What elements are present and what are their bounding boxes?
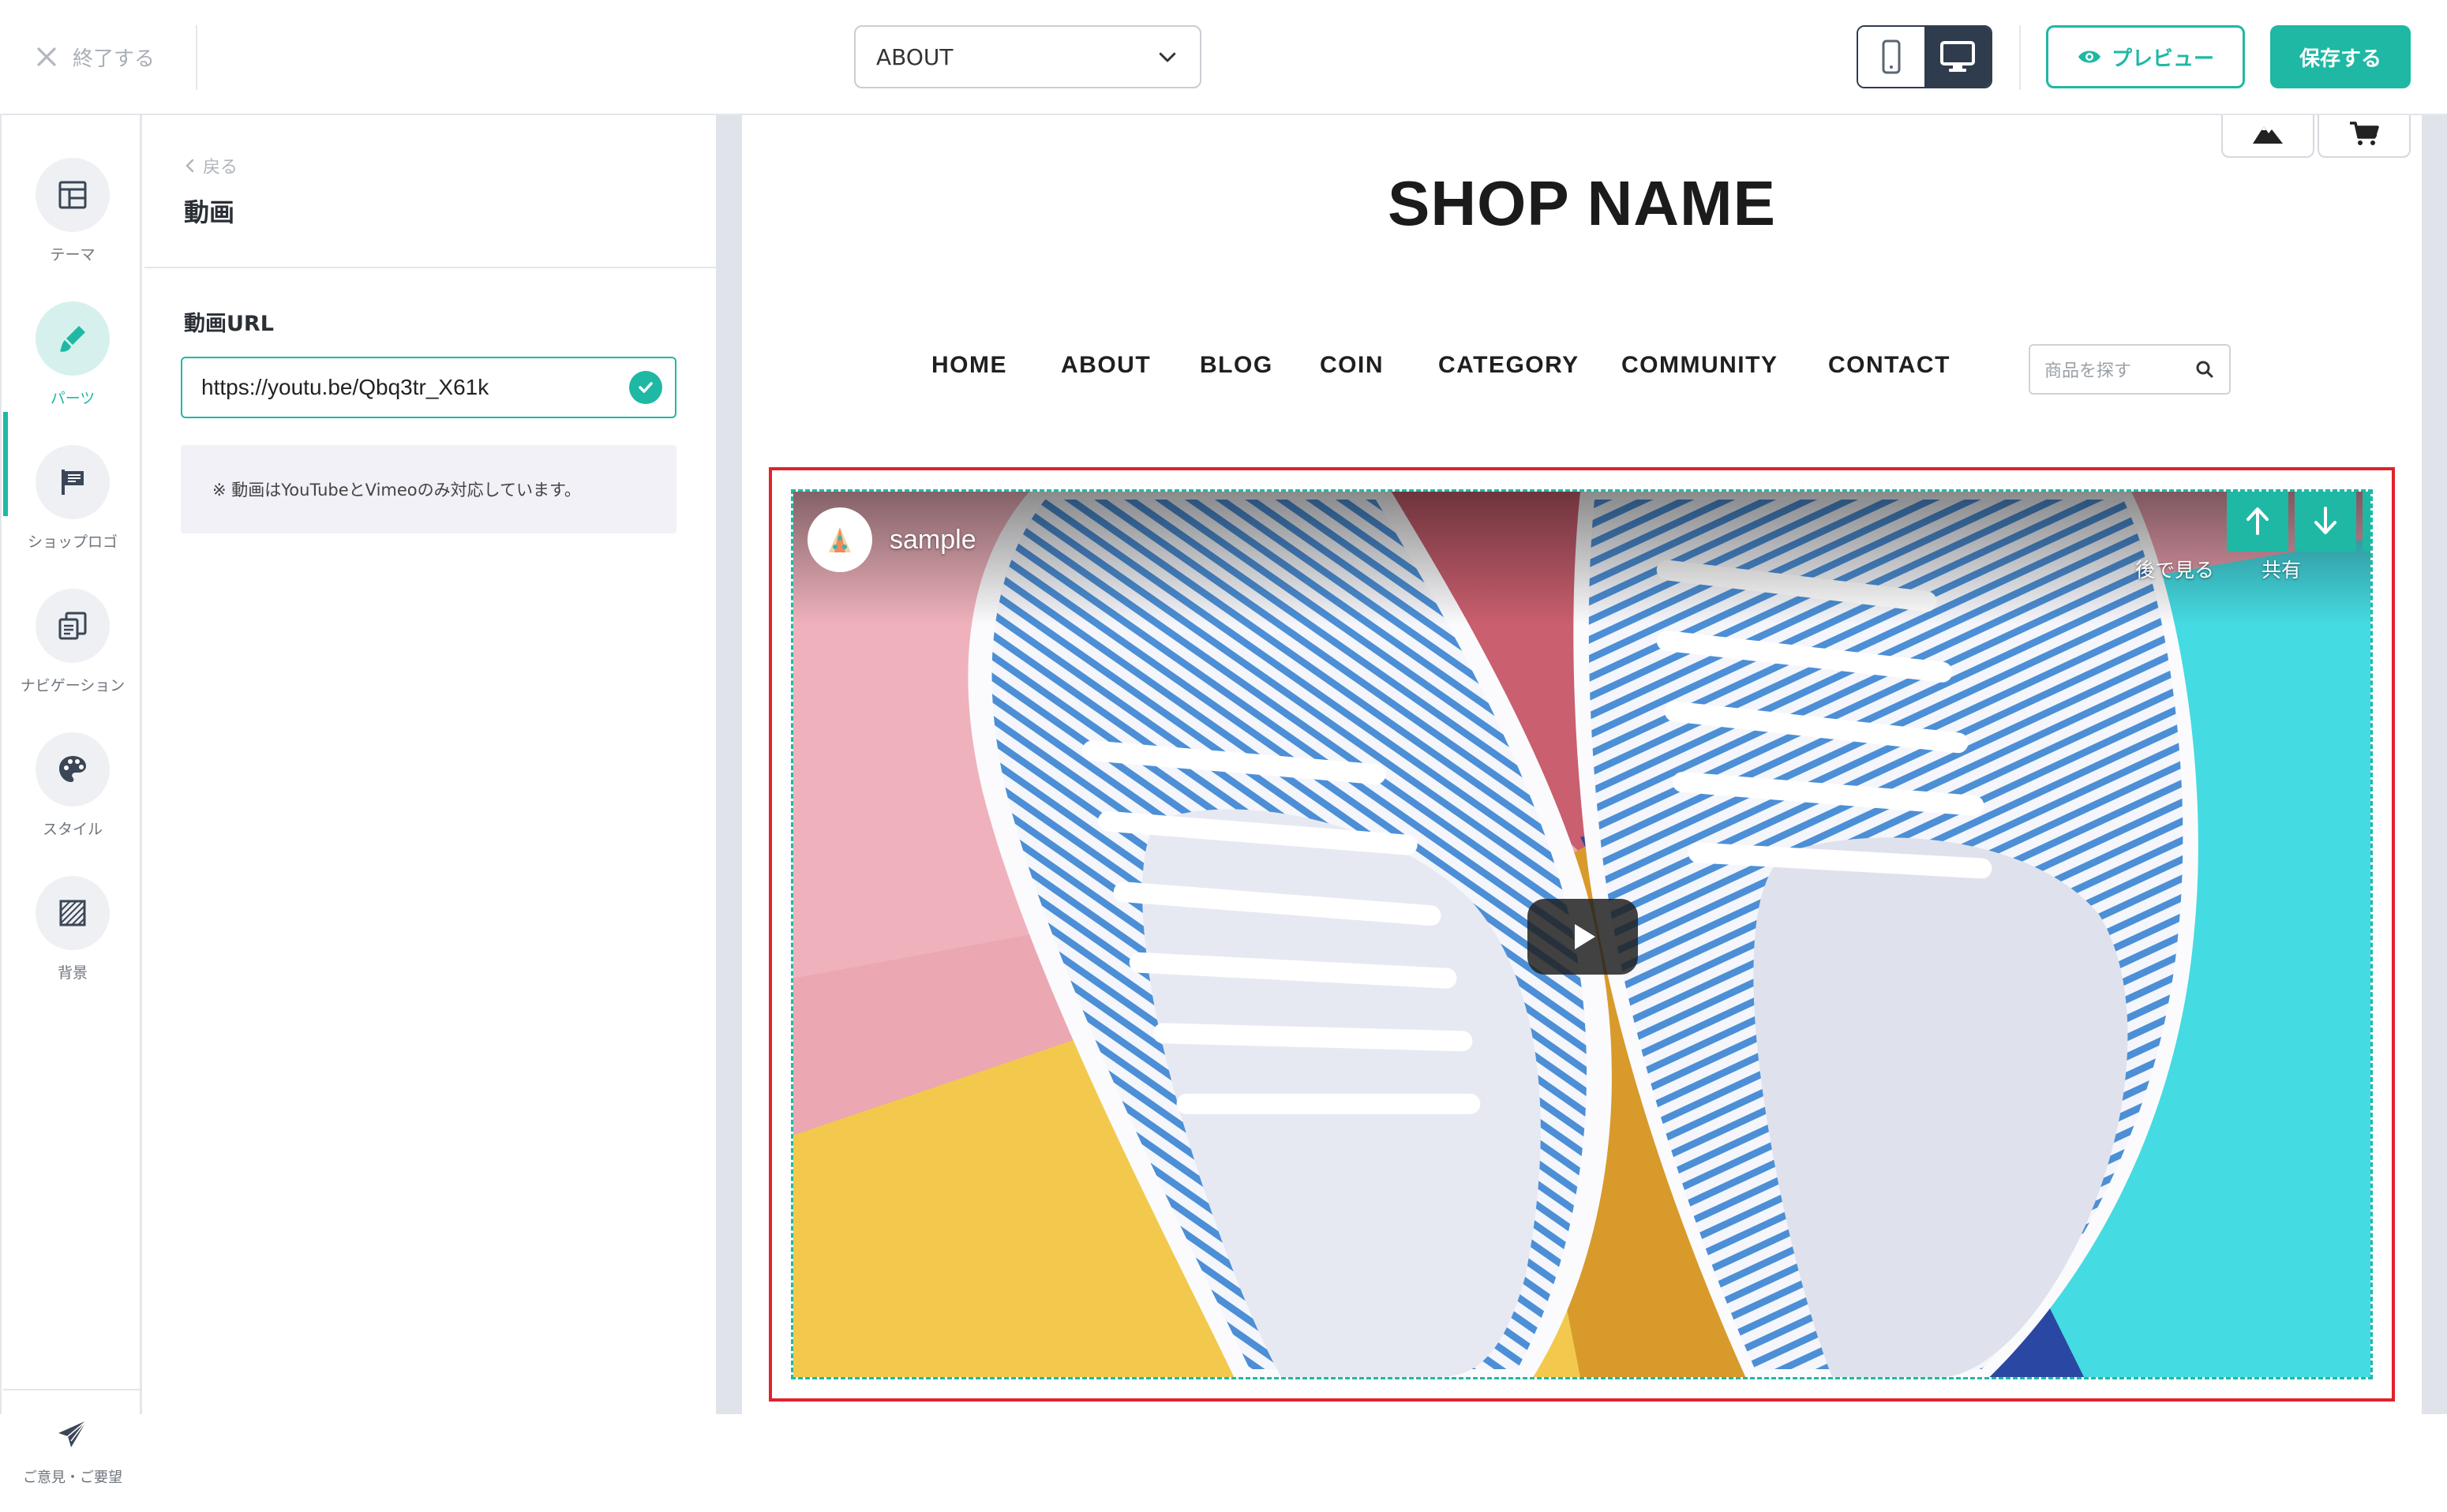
rail-label: ナビゲーション [20,677,126,694]
nav-community[interactable]: COMMUNITY [1621,352,1778,379]
channel-avatar [808,507,872,572]
rail-item-shop-logo[interactable]: ショップロゴ [2,439,144,565]
rail-item-parts[interactable]: パーツ [2,295,144,421]
mountain-icon [2253,126,2283,144]
device-toggle [1857,25,1992,88]
check-icon [629,371,662,404]
back-link[interactable]: 戻る [184,153,238,178]
search-icon [2196,361,2213,378]
palette-icon [59,756,86,782]
video-url-field [181,357,676,418]
layout-icon [58,181,87,209]
shop-search-input[interactable]: 商品を探す [2029,344,2231,395]
feedback-button[interactable]: ご意見・ご要望 [2,1417,144,1512]
rail-icon-wrap [36,589,110,663]
rail-icon-wrap [36,876,110,950]
preview-label: プレビュー [2111,47,2214,71]
nav-coin[interactable]: COIN [1320,352,1384,379]
rail-label: 背景 [57,964,88,982]
panel-title: 動画 [184,197,235,227]
mountain-icon-button[interactable] [2221,115,2314,158]
exit-button[interactable]: 終了する [35,35,155,79]
rail-item-style[interactable]: スタイル [2,726,144,852]
video-channel[interactable]: sample [808,507,976,572]
settings-panel: 戻る 動画 動画URL ※ 動画はYouTubeとVimeoのみ対応しています。 [144,115,716,1414]
cart-icon-button[interactable] [2318,115,2411,158]
back-label: 戻る [203,158,238,178]
delete-block-button[interactable] [2363,492,2370,552]
video-support-note: ※ 動画はYouTubeとVimeoのみ対応しています。 [181,445,676,533]
chevron-down-icon [1159,52,1176,62]
monitor-icon [1940,41,1975,72]
navigation-icon [58,612,87,640]
smartphone-icon [1882,39,1901,74]
nav-blog[interactable]: BLOG [1200,352,1273,379]
desktop-view-button[interactable] [1924,27,1991,87]
divider [144,267,716,268]
brush-icon [60,326,85,352]
preview-button[interactable]: プレビュー [2046,25,2245,88]
divider [3,1389,142,1390]
pattern-icon [59,900,86,926]
signboard-icon [62,470,84,495]
shop-name: SHOP NAME [1387,168,1777,238]
rail-icon-wrap [36,158,110,232]
page-select-value: ABOUT [876,43,954,70]
nav-home[interactable]: HOME [931,352,1007,379]
rail-item-background[interactable]: 背景 [2,870,144,996]
move-up-button[interactable] [2227,492,2288,552]
mobile-view-button[interactable] [1858,27,1924,87]
teepee-icon [829,527,851,552]
feedback-label: ご意見・ご要望 [23,1469,122,1486]
video-url-label: 動画URL [184,312,274,336]
video-url-input[interactable] [201,358,628,417]
rail-icon-wrap [36,445,110,519]
search-placeholder: 商品を探す [2044,361,2132,381]
rail-label: ショップロゴ [27,533,118,551]
video-block[interactable]: sample 後で見る 共有 [791,489,2373,1379]
paper-plane-icon [58,1420,88,1447]
divider [2019,25,2021,90]
move-down-button[interactable] [2295,492,2356,552]
rail-label: パーツ [50,390,96,407]
rail-item-navigation[interactable]: ナビゲーション [2,582,144,709]
nav-about[interactable]: ABOUT [1061,352,1151,379]
close-icon [37,47,56,66]
eye-icon [2078,51,2100,63]
left-rail: テーマ パーツ ショップロゴ ナビゲーション スタイル 背景 ご意見・ご要望 [0,115,144,1486]
top-bar: 終了する ABOUT プレビュー 保存する [0,0,2447,115]
nav-category[interactable]: CATEGORY [1438,352,1579,379]
save-button[interactable]: 保存する [2270,25,2411,88]
preview-gutter-right [2422,115,2447,1414]
rail-icon-wrap [36,301,110,376]
chevron-left-icon [185,159,194,173]
arrow-up-icon [2247,507,2269,535]
arrow-down-icon [2314,507,2336,534]
page-select[interactable]: ABOUT [854,25,1201,88]
rail-icon-wrap [36,732,110,807]
nav-contact[interactable]: CONTACT [1828,352,1950,379]
rail-item-theme[interactable]: テーマ [2,152,144,278]
block-toolbar [2227,492,2370,552]
watch-later-label[interactable]: 後で見る [2135,555,2214,583]
exit-label: 終了する [73,47,156,71]
rail-label: スタイル [42,821,103,838]
play-button[interactable] [1527,899,1638,975]
divider [196,25,197,90]
preview-gutter [716,115,742,1414]
cart-icon [2350,122,2379,145]
play-icon [1575,924,1595,949]
video-title: sample [890,524,976,555]
rail-label: テーマ [50,246,96,264]
shop-preview: SHOP NAME HOME ABOUT BLOG COIN CATEGORY … [742,115,2422,1414]
share-label[interactable]: 共有 [2262,555,2301,583]
